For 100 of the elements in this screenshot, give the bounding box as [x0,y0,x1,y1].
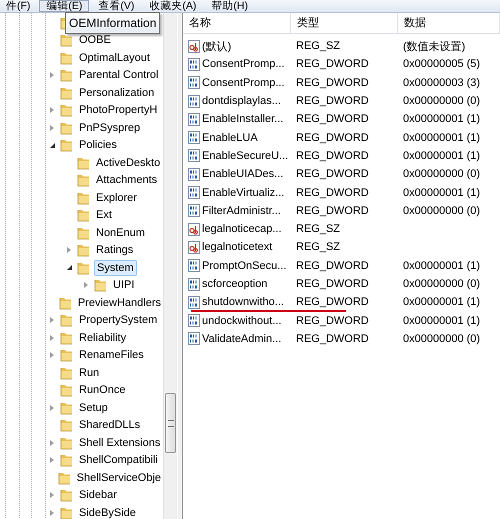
tree-item[interactable]: Policies [77,137,119,154]
folder-icon [60,418,73,432]
menu-item[interactable]: 件(F) [0,0,36,12]
tree-item[interactable]: SharedDLLs [77,417,142,434]
tree-item[interactable]: Explorer [94,190,139,206]
scrollbar-thumb[interactable] [165,393,176,453]
value-type: REG_DWORD [295,204,370,217]
value-type: REG_DWORD [295,296,370,308]
value-type: REG_SZ [295,40,342,52]
folder-icon [60,453,73,468]
tree-item[interactable]: Sidebar [77,487,119,504]
menu-item[interactable]: 收藏夹(A) [143,0,202,12]
tree-item[interactable]: NonEnum [94,224,147,241]
string-value-icon [188,222,200,236]
value-name[interactable]: FilterAdministr... [202,204,281,217]
tree-item[interactable]: ShellServiceObje [74,470,163,486]
value-name[interactable]: legalnoticetext [202,241,272,254]
folder-icon [77,226,90,240]
binary-value-icon [188,204,200,218]
value-name[interactable]: ConsentPromp... [202,58,285,70]
tree-item[interactable]: ShellCompatibili [77,452,160,468]
binary-value-icon [188,278,200,290]
tree-item[interactable]: Reliability [77,330,128,346]
tree-item[interactable]: SideBySide [77,504,138,519]
tree-item[interactable]: PropertySystem [77,312,160,328]
menu-item[interactable]: 帮助(H) [205,0,254,12]
tree-item[interactable]: OptimalLayout [77,50,152,66]
expand-arrow-icon[interactable] [50,107,54,114]
expand-arrow-icon[interactable] [50,510,54,516]
tree-item[interactable]: OOBE [77,32,113,48]
tree-item[interactable]: ActiveDeskto [94,154,162,171]
folder-icon [77,208,90,222]
binary-value-icon [188,259,200,272]
expand-arrow-icon[interactable] [50,457,54,464]
expand-arrow-icon[interactable] [50,317,54,324]
value-name[interactable]: ConsentPromp... [202,76,285,89]
expand-arrow-icon[interactable] [67,247,71,254]
expand-arrow-icon[interactable] [50,124,54,131]
tree-item[interactable]: Ratings [94,242,136,258]
tree-item[interactable]: Parental Control [77,67,160,84]
collapse-arrow-icon[interactable] [67,265,72,270]
value-name[interactable]: undockwithout... [202,314,282,327]
expand-arrow-icon[interactable] [50,440,54,446]
value-name[interactable]: scforceoption [202,278,268,290]
binary-value-icon [188,76,200,90]
value-name[interactable]: (默认) [202,38,232,54]
value-type: REG_DWORD [295,260,370,272]
binary-value-icon [188,168,200,181]
folder-icon [60,348,73,362]
collapse-arrow-icon[interactable] [50,142,55,148]
value-type: REG_DWORD [295,168,370,180]
scrollbar[interactable] [163,13,177,519]
value-name[interactable]: ValidateAdmin... [202,332,282,345]
value-type: REG_DWORD [295,95,370,108]
tree-item[interactable]: Attachments [94,172,160,188]
value-name[interactable]: EnableSecureU... [202,150,288,162]
expand-arrow-icon[interactable] [84,282,88,288]
value-name[interactable]: legalnoticecap... [202,223,282,236]
tree-item[interactable]: Ext [94,207,114,224]
value-name[interactable]: EnableInstaller... [202,113,284,126]
tree-item[interactable]: Run [77,364,102,381]
menu-item[interactable]: 查看(V) [92,0,140,12]
folder-icon [60,488,73,502]
expand-arrow-icon[interactable] [50,352,54,358]
value-data: 0x00000001 (1) [402,296,482,308]
tree-item[interactable]: UIPI [111,277,136,294]
tree-item[interactable]: PreviewHandlers [76,294,163,311]
column-header[interactable]: 名称 [183,13,291,33]
value-name[interactable]: EnableVirtualiz... [202,186,284,199]
folder-icon [60,120,73,135]
value-name[interactable]: EnableLUA [202,132,258,144]
value-name[interactable]: shutdownwitho... [202,296,284,308]
menu-item[interactable]: 编辑(E) [39,0,90,12]
tree-item[interactable]: System [94,260,137,276]
value-data: 0x00000000 (0) [402,95,482,108]
binary-value-icon [188,186,200,200]
value-type: REG_DWORD [295,132,370,144]
tree-item[interactable]: RenameFiles [77,347,146,364]
tree-item[interactable]: Shell Extensions [77,434,162,451]
column-header[interactable]: 类型 [291,13,398,33]
expand-arrow-icon[interactable] [50,404,54,411]
value-name[interactable]: PromptOnSecu... [202,260,286,272]
tree-item[interactable]: PnPSysprep [77,120,142,136]
string-value-icon [188,240,200,254]
value-name[interactable]: dontdisplaylas... [202,95,281,108]
binary-value-icon [188,332,200,346]
binary-value-icon [188,149,200,162]
value-name[interactable]: EnableUIADes... [202,168,284,180]
tree-item[interactable]: PhotoPropertyH [77,102,160,118]
folder-icon [58,470,71,485]
value-data: 0x00000003 (3) [402,76,482,89]
expand-arrow-icon[interactable] [50,334,54,341]
tree-item[interactable]: Personalization [77,84,156,101]
binary-value-icon [188,296,200,309]
tree-item[interactable]: Setup [77,400,110,416]
expand-arrow-icon[interactable] [50,72,54,78]
value-data: 0x00000000 (0) [402,332,482,345]
expand-arrow-icon[interactable] [50,492,54,498]
tree-item[interactable]: RunOnce [77,382,128,398]
column-header[interactable]: 数据 [398,13,500,33]
